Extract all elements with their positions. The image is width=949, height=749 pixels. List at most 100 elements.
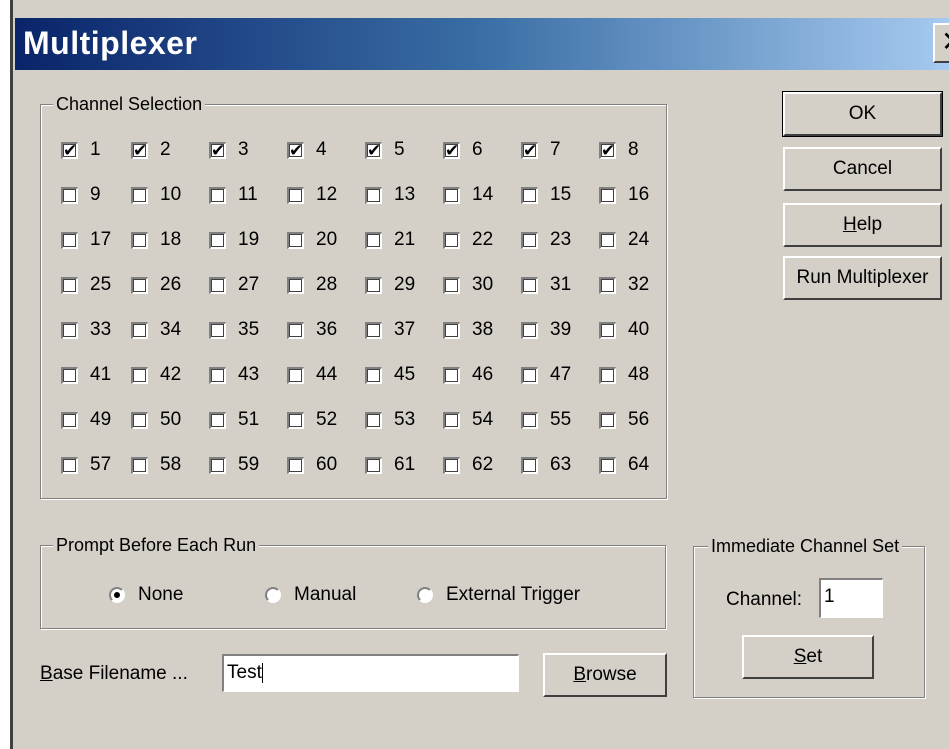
channel-checkbox-26[interactable]: 26 [131, 273, 181, 297]
checkbox-box[interactable] [521, 231, 538, 249]
channel-checkbox-63[interactable]: 63 [521, 453, 571, 477]
checkbox-box[interactable] [443, 456, 460, 474]
run-multiplexer-button[interactable]: Run Multiplexer [783, 256, 942, 300]
checkbox-box[interactable] [287, 366, 304, 384]
channel-checkbox-33[interactable]: 33 [61, 318, 111, 342]
browse-button[interactable]: Browse [543, 653, 667, 697]
channel-checkbox-35[interactable]: 35 [209, 318, 259, 342]
channel-checkbox-19[interactable]: 19 [209, 228, 259, 252]
checkbox-box[interactable] [61, 231, 78, 249]
checkbox-box[interactable] [521, 321, 538, 339]
checkbox-box[interactable]: ✔ [131, 141, 148, 159]
channel-checkbox-14[interactable]: 14 [443, 183, 493, 207]
checkbox-box[interactable] [365, 231, 382, 249]
checkbox-box[interactable] [287, 186, 304, 204]
checkbox-box[interactable] [61, 186, 78, 204]
channel-checkbox-8[interactable]: ✔ 8 [599, 138, 639, 162]
checkbox-box[interactable] [365, 366, 382, 384]
checkbox-box[interactable] [599, 231, 616, 249]
checkbox-box[interactable] [443, 321, 460, 339]
channel-checkbox-29[interactable]: 29 [365, 273, 415, 297]
checkbox-box[interactable] [131, 411, 148, 429]
radio-manual[interactable]: Manual [265, 584, 356, 606]
checkbox-box[interactable] [599, 186, 616, 204]
channel-checkbox-42[interactable]: 42 [131, 363, 181, 387]
channel-checkbox-44[interactable]: 44 [287, 363, 337, 387]
checkbox-box[interactable] [209, 276, 226, 294]
checkbox-box[interactable]: ✔ [287, 141, 304, 159]
channel-checkbox-60[interactable]: 60 [287, 453, 337, 477]
checkbox-box[interactable] [599, 366, 616, 384]
checkbox-box[interactable] [131, 321, 148, 339]
channel-checkbox-55[interactable]: 55 [521, 408, 571, 432]
channel-checkbox-41[interactable]: 41 [61, 363, 111, 387]
channel-checkbox-51[interactable]: 51 [209, 408, 259, 432]
checkbox-box[interactable]: ✔ [61, 141, 78, 159]
channel-checkbox-27[interactable]: 27 [209, 273, 259, 297]
radio-none[interactable]: None [109, 584, 183, 606]
channel-checkbox-53[interactable]: 53 [365, 408, 415, 432]
checkbox-box[interactable] [287, 276, 304, 294]
channel-checkbox-48[interactable]: 48 [599, 363, 649, 387]
checkbox-box[interactable] [521, 276, 538, 294]
channel-checkbox-22[interactable]: 22 [443, 228, 493, 252]
base-filename-input[interactable]: Test [222, 654, 519, 692]
checkbox-box[interactable] [287, 321, 304, 339]
checkbox-box[interactable] [365, 456, 382, 474]
channel-checkbox-23[interactable]: 23 [521, 228, 571, 252]
channel-checkbox-37[interactable]: 37 [365, 318, 415, 342]
checkbox-box[interactable] [209, 321, 226, 339]
set-button[interactable]: Set [742, 635, 874, 679]
checkbox-box[interactable] [131, 231, 148, 249]
checkbox-box[interactable]: ✔ [209, 141, 226, 159]
channel-checkbox-43[interactable]: 43 [209, 363, 259, 387]
checkbox-box[interactable] [61, 411, 78, 429]
channel-checkbox-62[interactable]: 62 [443, 453, 493, 477]
checkbox-box[interactable] [61, 366, 78, 384]
channel-checkbox-38[interactable]: 38 [443, 318, 493, 342]
checkbox-box[interactable] [443, 411, 460, 429]
checkbox-box[interactable] [443, 366, 460, 384]
checkbox-box[interactable] [599, 321, 616, 339]
channel-checkbox-40[interactable]: 40 [599, 318, 649, 342]
radio-external-trigger-circle[interactable] [417, 587, 433, 603]
channel-checkbox-25[interactable]: 25 [61, 273, 111, 297]
checkbox-box[interactable] [287, 231, 304, 249]
channel-checkbox-5[interactable]: ✔ 5 [365, 138, 405, 162]
checkbox-box[interactable] [365, 186, 382, 204]
channel-checkbox-11[interactable]: 11 [209, 183, 258, 207]
channel-checkbox-36[interactable]: 36 [287, 318, 337, 342]
checkbox-box[interactable] [61, 276, 78, 294]
channel-checkbox-56[interactable]: 56 [599, 408, 649, 432]
checkbox-box[interactable] [443, 186, 460, 204]
channel-checkbox-12[interactable]: 12 [287, 183, 337, 207]
channel-checkbox-9[interactable]: 9 [61, 183, 101, 207]
channel-checkbox-59[interactable]: 59 [209, 453, 259, 477]
channel-checkbox-50[interactable]: 50 [131, 408, 181, 432]
checkbox-box[interactable] [599, 276, 616, 294]
cancel-button[interactable]: Cancel [783, 147, 942, 191]
channel-checkbox-45[interactable]: 45 [365, 363, 415, 387]
channel-checkbox-16[interactable]: 16 [599, 183, 649, 207]
channel-input[interactable]: 1 [819, 578, 883, 618]
channel-checkbox-49[interactable]: 49 [61, 408, 111, 432]
checkbox-box[interactable] [209, 411, 226, 429]
channel-checkbox-34[interactable]: 34 [131, 318, 181, 342]
channel-checkbox-1[interactable]: ✔ 1 [61, 138, 101, 162]
checkbox-box[interactable] [61, 321, 78, 339]
channel-checkbox-2[interactable]: ✔ 2 [131, 138, 171, 162]
checkbox-box[interactable] [287, 456, 304, 474]
checkbox-box[interactable] [61, 456, 78, 474]
close-button[interactable]: ✕ [933, 23, 949, 63]
channel-checkbox-10[interactable]: 10 [131, 183, 181, 207]
checkbox-box[interactable] [521, 456, 538, 474]
channel-checkbox-20[interactable]: 20 [287, 228, 337, 252]
channel-checkbox-61[interactable]: 61 [365, 453, 415, 477]
channel-checkbox-6[interactable]: ✔ 6 [443, 138, 483, 162]
checkbox-box[interactable] [599, 456, 616, 474]
checkbox-box[interactable] [131, 366, 148, 384]
channel-checkbox-4[interactable]: ✔ 4 [287, 138, 327, 162]
checkbox-box[interactable] [287, 411, 304, 429]
checkbox-box[interactable] [599, 411, 616, 429]
channel-checkbox-58[interactable]: 58 [131, 453, 181, 477]
